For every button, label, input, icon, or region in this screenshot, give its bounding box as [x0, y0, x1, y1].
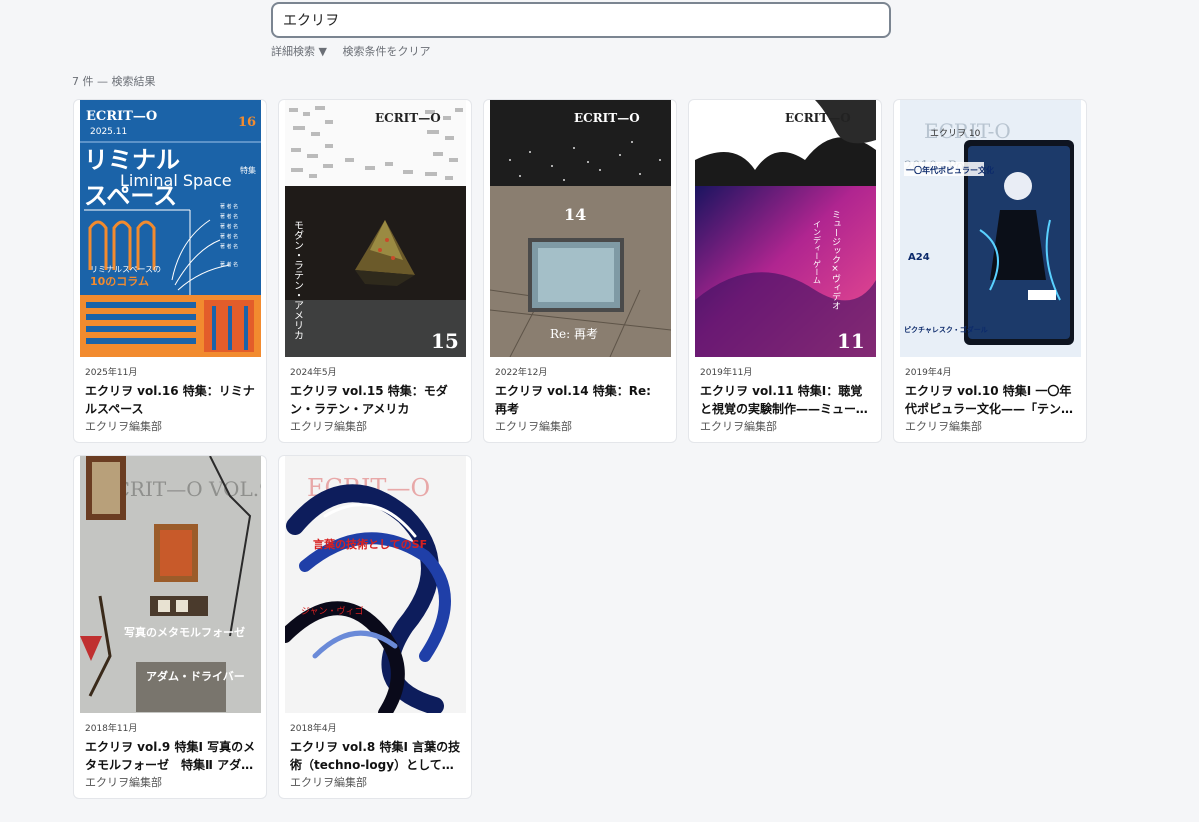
cover-subheadline: ジャン・ヴィゴ: [301, 605, 364, 617]
advanced-search-toggle[interactable]: 詳細検索 ▼: [271, 45, 327, 58]
svg-text:リミナル: リミナル: [84, 146, 180, 174]
search-bar: [271, 2, 891, 38]
svg-text:著 者 名: 著 者 名: [220, 203, 238, 210]
book-cover[interactable]: ECRIT—O モダン・ラテン・アメリカ 15: [285, 100, 466, 357]
search-options: 詳細検索 ▼ 検索条件をクリア: [271, 43, 430, 59]
cover-headline: 言葉の技術としてのSF: [313, 537, 427, 551]
cover-headline: 一〇年代ポピュラー文化: [906, 165, 994, 175]
cover-column-text: 10のコラム: [90, 275, 149, 288]
cover-tag: ピクチャレスク・ゴダール: [904, 325, 988, 334]
svg-text:著 者 名: 著 者 名: [220, 223, 238, 230]
cover-masthead: ECRIT—O: [86, 109, 157, 124]
publication-date: 2018年4月: [290, 724, 337, 734]
cover-masthead: ECRIT—O: [375, 111, 441, 125]
cover-issue-number: 16: [238, 115, 256, 130]
publication-date: 2024年5月: [290, 368, 337, 378]
result-count: 7 件 — 検索結果: [72, 75, 156, 88]
result-card[interactable]: ECRIT—O 2025.11 16 リミナル スペース Liminal Spa…: [73, 99, 267, 443]
book-cover[interactable]: ECRIT—O ミュージック×ヴィデオ インディーゲーム 11: [695, 100, 876, 357]
book-title[interactable]: エクリヲ vol.16 特集：リミナルスペース: [85, 382, 256, 418]
cover-masthead: エクリヲ 10: [930, 128, 981, 139]
book-cover[interactable]: ECRIT—O 14 Re: 再考: [490, 100, 671, 357]
cover-headline: ミュージック×ヴィデオ: [830, 210, 841, 310]
book-author: エクリヲ編集部: [290, 420, 367, 433]
svg-text:著 者 名: 著 者 名: [220, 261, 238, 268]
search-input[interactable]: [271, 2, 891, 38]
book-author: エクリヲ編集部: [290, 776, 367, 789]
result-card[interactable]: ECRIT—O モダン・ラテン・アメリカ 15 2024年5月 エクリヲ vol…: [278, 99, 472, 443]
cover-subheadline: アダム・ドライバー: [146, 669, 245, 683]
book-author: エクリヲ編集部: [495, 420, 572, 433]
cover-headline: 写真のメタモルフォーゼ: [124, 625, 245, 639]
cover-issue-date: 2025.11: [90, 127, 127, 137]
book-title[interactable]: エクリヲ vol.8 特集Ⅰ 言葉の技術（techno-logy）としてのSF: [290, 738, 461, 774]
result-card[interactable]: ECRIT—O 言葉の技術としてのSF ジャン・ヴィゴ 2018年4月 エクリヲ…: [278, 455, 472, 799]
cover-issue-number: 11: [837, 329, 865, 353]
cover-masthead: ECRIT—O: [785, 111, 851, 125]
clear-search-link[interactable]: 検索条件をクリア: [342, 45, 430, 58]
book-cover[interactable]: ECRIT-O エクリヲ 10 2010s Pop Cul 一〇年代ポピュラー文…: [900, 100, 1081, 357]
cover-tag: 特集: [240, 165, 256, 175]
result-card[interactable]: ECRIT—O VOL.9 写真のメタモルフォーゼ アダム・ドライバー 2018…: [73, 455, 267, 799]
publication-date: 2019年11月: [700, 368, 753, 378]
cover-headline: Re: 再考: [550, 327, 598, 341]
book-author: エクリヲ編集部: [700, 420, 777, 433]
book-title[interactable]: エクリヲ vol.15 特集：モダン・ラテン・アメリカ: [290, 382, 461, 418]
book-cover[interactable]: ECRIT—O 2025.11 16 リミナル スペース Liminal Spa…: [80, 100, 261, 357]
book-author: エクリヲ編集部: [905, 420, 982, 433]
cover-issue-number: 14: [564, 205, 586, 224]
book-cover[interactable]: ECRIT—O 言葉の技術としてのSF ジャン・ヴィゴ: [285, 456, 466, 713]
result-card[interactable]: ECRIT—O 14 Re: 再考 2022年12月 エクリヲ vol.14 特…: [483, 99, 677, 443]
book-cover[interactable]: ECRIT—O VOL.9 写真のメタモルフォーゼ アダム・ドライバー: [80, 456, 261, 713]
cover-issue-number: 15: [431, 329, 459, 353]
result-card[interactable]: ECRIT—O ミュージック×ヴィデオ インディーゲーム 11 2019年11月…: [688, 99, 882, 443]
book-author: エクリヲ編集部: [85, 420, 162, 433]
cover-headline-en: Liminal Space: [120, 171, 232, 190]
publication-date: 2019年4月: [905, 368, 952, 378]
publication-date: 2018年11月: [85, 724, 138, 734]
svg-text:著 者 名: 著 者 名: [220, 233, 238, 240]
publication-date: 2025年11月: [85, 368, 138, 378]
svg-text:著 者 名: 著 者 名: [220, 213, 238, 220]
cover-subheadline: インディーゲーム: [813, 220, 822, 284]
book-title[interactable]: エクリヲ vol.11 特集Ⅰ：聴覚と視覚の実験制作——ミュージック×ヴィデオ: [700, 382, 871, 418]
book-title[interactable]: エクリヲ vol.9 特集Ⅰ 写真のメタモルフォーゼ 特集Ⅱ アダム・ドライバー: [85, 738, 256, 774]
svg-text:著 者 名: 著 者 名: [220, 243, 238, 250]
svg-text:リミナルスペースの: リミナルスペースの: [90, 265, 161, 274]
book-title[interactable]: エクリヲ vol.14 特集：Re: 再考: [495, 382, 666, 418]
book-author: エクリヲ編集部: [85, 776, 162, 789]
cover-a24: A24: [908, 252, 930, 263]
cover-masthead: ECRIT—O: [574, 111, 640, 125]
cover-headline: モダン・ラテン・アメリカ: [292, 220, 304, 340]
book-title[interactable]: エクリヲ vol.10 特集Ⅰ 一〇年代ポピュラー文化——「テン年代」とは何だっ…: [905, 382, 1076, 418]
publication-date: 2022年12月: [495, 368, 548, 378]
result-card[interactable]: ECRIT-O エクリヲ 10 2010s Pop Cul 一〇年代ポピュラー文…: [893, 99, 1087, 443]
